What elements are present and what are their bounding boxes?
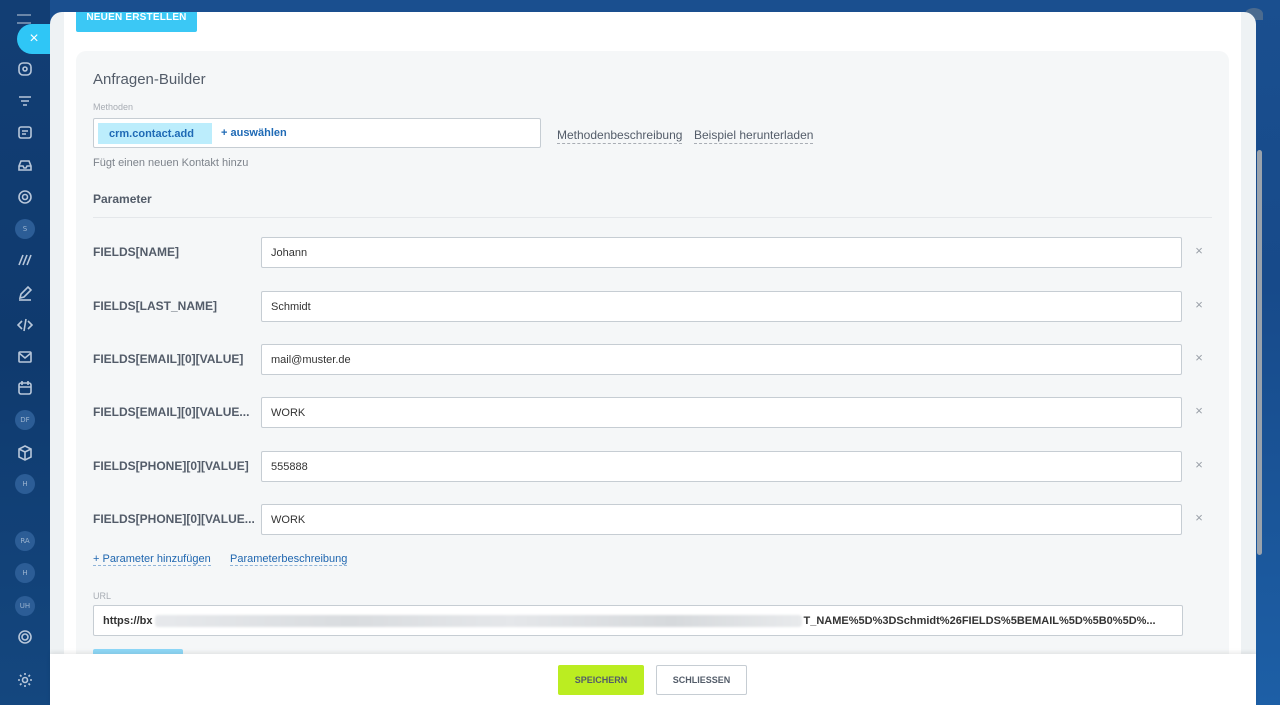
param-value-input[interactable] <box>261 451 1182 482</box>
url-prefix: https://bx <box>103 614 153 627</box>
left-sidebar: × S DF H RA H UH <box>0 0 51 705</box>
builder-title: Anfragen-Builder <box>93 71 206 88</box>
url-field[interactable]: https://bx T_NAME%5D%3DSchmidt%26FIELDS%… <box>93 605 1183 636</box>
parameter-description-link[interactable]: Parameterbeschreibung <box>230 553 348 566</box>
sidebar-badge-df[interactable]: DF <box>15 410 35 430</box>
menu-icon[interactable] <box>17 14 31 24</box>
url-label: URL <box>93 591 112 601</box>
save-button[interactable]: SPEICHERN <box>558 665 644 695</box>
remove-param-icon[interactable]: × <box>1192 244 1206 258</box>
inbox-icon[interactable] <box>15 155 35 175</box>
scrollbar-thumb[interactable] <box>1257 150 1262 555</box>
cube-icon[interactable] <box>15 443 35 463</box>
sidebar-badge-ra[interactable]: RA <box>15 531 35 551</box>
target-icon[interactable] <box>15 187 35 207</box>
footer-bar: SPEICHERN SCHLIESSEN <box>50 654 1256 705</box>
pen-icon[interactable] <box>15 283 35 303</box>
sidebar-badge-s[interactable]: S <box>15 219 35 239</box>
remove-param-icon[interactable]: × <box>1192 298 1206 312</box>
slider-panel: NEUEN ERSTELLEN Anfragen-Builder Methode… <box>50 12 1256 705</box>
param-row: FIELDS[NAME] × <box>93 237 1212 268</box>
circle-settings-icon[interactable] <box>15 627 35 647</box>
tasks-icon[interactable] <box>15 122 35 142</box>
select-method-link[interactable]: + auswählen <box>221 127 287 139</box>
close-button[interactable]: SCHLIESSEN <box>656 665 747 695</box>
param-row: FIELDS[PHONE][0][VALUE] × <box>93 451 1212 482</box>
param-value-input[interactable] <box>261 397 1182 428</box>
url-blurred-section <box>154 614 802 627</box>
calendar-icon[interactable] <box>15 378 35 398</box>
filter-icon[interactable] <box>15 92 35 112</box>
request-builder: Anfragen-Builder Methoden crm.contact.ad… <box>76 51 1229 705</box>
methods-label: Methoden <box>93 102 134 112</box>
url-suffix: T_NAME%5D%3DSchmidt%26FIELDS%5BEMAIL%5D%… <box>803 614 1156 627</box>
sidebar-badge-h[interactable]: H <box>15 474 35 494</box>
param-value-input[interactable] <box>261 344 1182 375</box>
method-selector[interactable]: crm.contact.add + auswählen <box>93 118 541 148</box>
parameters-title: Parameter <box>93 192 152 206</box>
param-value-input[interactable] <box>261 504 1182 535</box>
divider <box>93 217 1212 218</box>
mail-icon[interactable] <box>15 347 35 367</box>
param-value-input[interactable] <box>261 237 1182 268</box>
method-tag[interactable]: crm.contact.add <box>98 123 212 144</box>
chat-icon[interactable] <box>15 59 35 79</box>
param-row: FIELDS[EMAIL][0][VALUE... × <box>93 397 1212 428</box>
param-name: FIELDS[PHONE][0][VALUE... <box>93 512 255 526</box>
param-row: FIELDS[EMAIL][0][VALUE] × <box>93 344 1212 375</box>
add-parameter-link[interactable]: + Parameter hinzufügen <box>93 553 211 566</box>
param-row: FIELDS[LAST_NAME] × <box>93 291 1212 322</box>
download-example-link[interactable]: Beispiel herunterladen <box>694 128 814 144</box>
param-name: FIELDS[EMAIL][0][VALUE] <box>93 352 244 366</box>
close-icon: × <box>29 30 39 47</box>
param-name: FIELDS[PHONE][0][VALUE] <box>93 459 249 473</box>
method-description: Fügt einen neuen Kontakt hinzu <box>93 157 249 169</box>
remove-param-icon[interactable]: × <box>1192 404 1206 418</box>
marketing-icon[interactable] <box>15 250 35 270</box>
method-description-link[interactable]: Methodenbeschreibung <box>557 128 683 144</box>
param-name: FIELDS[LAST_NAME] <box>93 299 217 313</box>
create-new-button[interactable]: NEUEN ERSTELLEN <box>76 12 197 32</box>
remove-param-icon[interactable]: × <box>1192 458 1206 472</box>
remove-param-icon[interactable]: × <box>1192 351 1206 365</box>
close-slider-button[interactable]: × <box>17 24 51 54</box>
sidebar-badge-uh[interactable]: UH <box>15 596 35 616</box>
gear-icon[interactable] <box>15 670 35 690</box>
param-name: FIELDS[NAME] <box>93 245 179 259</box>
panel-content: NEUEN ERSTELLEN Anfragen-Builder Methode… <box>64 12 1241 705</box>
param-value-input[interactable] <box>261 291 1182 322</box>
sidebar-badge-h2[interactable]: H <box>15 563 35 583</box>
code-icon[interactable] <box>15 315 35 335</box>
remove-param-icon[interactable]: × <box>1192 511 1206 525</box>
param-name: FIELDS[EMAIL][0][VALUE... <box>93 405 250 419</box>
param-row: FIELDS[PHONE][0][VALUE... × <box>93 504 1212 535</box>
